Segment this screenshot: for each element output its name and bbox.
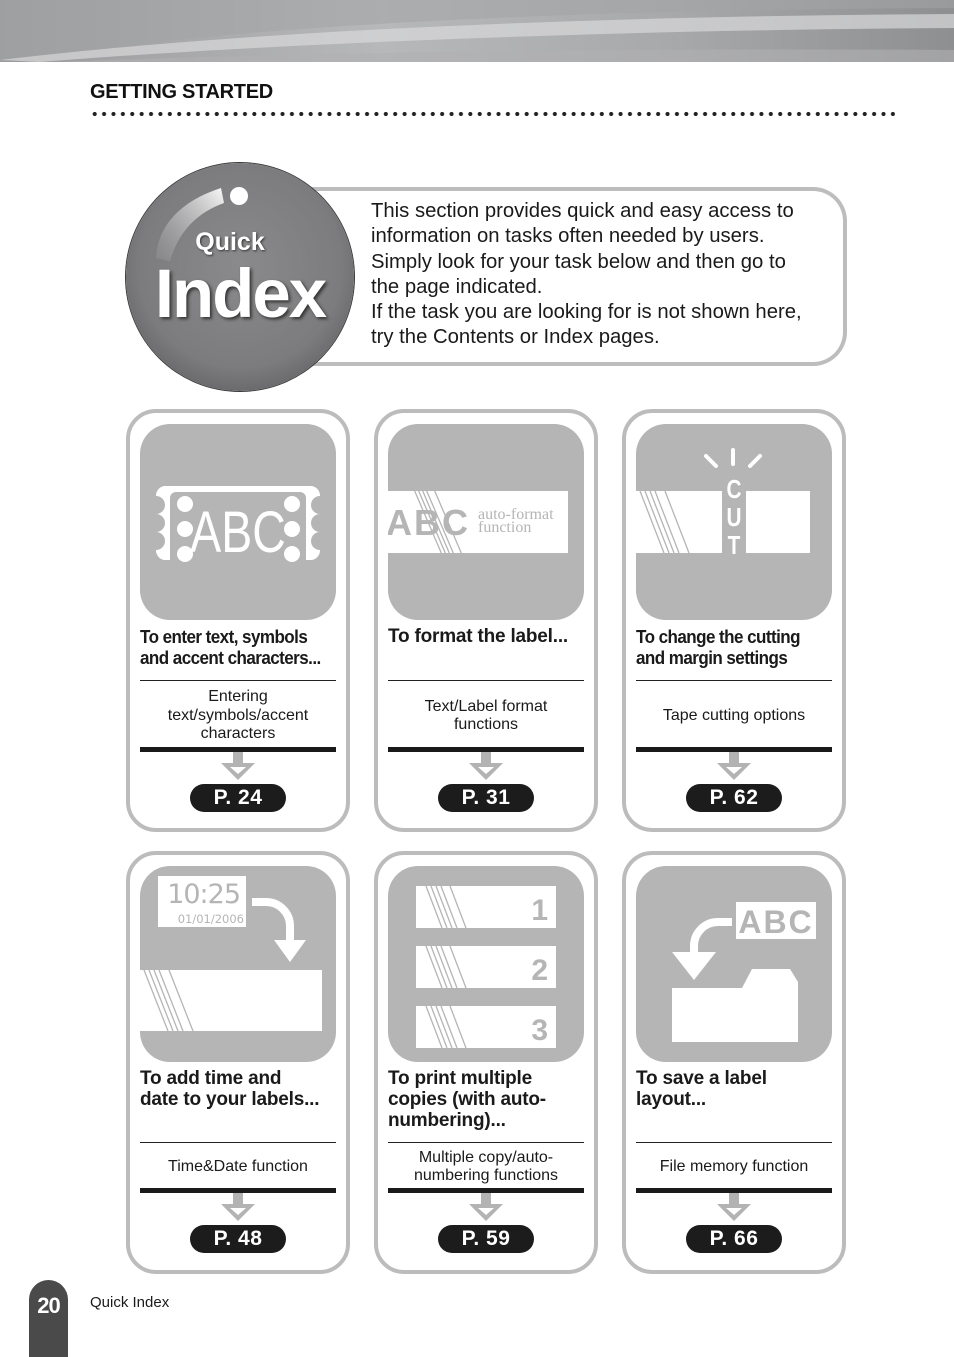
- card-heading-line: To print multiple: [388, 1068, 533, 1089]
- card-heading: To add time and date to your labels...: [140, 1068, 340, 1110]
- sub-line: numbering functions: [413, 1167, 559, 1184]
- intro-line: This section provides quick and easy acc…: [371, 200, 794, 222]
- illus-cut-letter: U: [726, 503, 741, 532]
- thin-divider: [388, 680, 584, 681]
- badge-quick-text: Quick: [126, 228, 354, 257]
- quick-index-card[interactable]: ABC To save a label layout... File memor…: [622, 851, 846, 1274]
- quick-index-card[interactable]: ABC auto-format function To format the l…: [374, 409, 598, 832]
- sub-line: characters: [200, 725, 276, 743]
- thin-divider: [140, 1142, 336, 1143]
- sub-line: File memory function: [659, 1157, 809, 1175]
- illus-abc-text: ABC: [190, 500, 285, 565]
- card-heading-line: To add time and: [140, 1068, 282, 1089]
- thin-divider: [636, 680, 832, 681]
- intro-line: information on tasks often needed by use…: [371, 225, 765, 248]
- dotted-divider: [90, 111, 895, 117]
- card-function-label: Time&Date function: [140, 1145, 336, 1189]
- sub-line: text/symbols/accent: [167, 706, 309, 724]
- intro-line: If the task you are looking for is not s…: [371, 301, 802, 324]
- card-heading-line: To save a label: [636, 1068, 767, 1089]
- abc-tape-icon: ABC: [140, 424, 336, 620]
- down-arrow-icon: [469, 1193, 503, 1221]
- card-function-label: Multiple copy/auto- numbering functions: [388, 1145, 584, 1189]
- banner-swoosh: [0, 0, 954, 62]
- cut-icon: C U T: [636, 424, 832, 620]
- page-reference-link[interactable]: P. 48: [190, 1225, 286, 1253]
- sub-line: Multiple copy/auto-: [418, 1148, 554, 1166]
- card-function-label: Text/Label format functions: [388, 683, 584, 749]
- page-reference-link[interactable]: P. 66: [686, 1225, 782, 1253]
- quick-index-badge: Quick Index: [126, 163, 354, 391]
- illus-cut-letter: C: [726, 475, 741, 504]
- sub-line: functions: [453, 716, 519, 733]
- card-heading: To print multiple copies (with auto- num…: [388, 1068, 588, 1131]
- intro-text: This section provides quick and easy acc…: [371, 199, 841, 351]
- card-heading-line: numbering)...: [388, 1110, 506, 1131]
- badge-line1: Quick: [195, 228, 265, 256]
- card-heading-line: To format the label...: [388, 626, 568, 647]
- card-heading: To format the label...: [388, 626, 588, 647]
- page-reference-link[interactable]: P. 62: [686, 784, 782, 812]
- card-heading: To save a label layout...: [636, 1068, 836, 1110]
- illus-cut-letter: T: [728, 531, 741, 560]
- card-function-label: Entering text/symbols/accent characters: [140, 683, 336, 749]
- header-banner: [0, 0, 954, 62]
- down-arrow-icon: [221, 752, 255, 780]
- card-heading-line: layout...: [636, 1089, 706, 1110]
- illus-number: 3: [531, 1014, 548, 1047]
- sub-line: Text/Label format: [424, 697, 548, 715]
- down-arrow-icon: [717, 752, 751, 780]
- intro-line: Simply look for your task below and then…: [371, 250, 786, 273]
- down-arrow-icon: [221, 1193, 255, 1221]
- thin-divider: [140, 680, 336, 681]
- thin-divider: [388, 1142, 584, 1143]
- illus-date: 01/01/2006: [178, 912, 244, 926]
- illus-caption: function: [478, 519, 531, 536]
- section-title: GETTING STARTED: [90, 81, 273, 103]
- sub-line: Tape cutting options: [662, 706, 806, 724]
- page-reference-link[interactable]: P. 59: [438, 1225, 534, 1253]
- quick-index-card[interactable]: ABC To enter text, symbols and accent ch…: [126, 409, 350, 832]
- page-number: 20: [37, 1293, 60, 1318]
- thin-divider: [636, 1142, 832, 1143]
- intro-line: try the Contents or Index pages.: [371, 326, 660, 349]
- footer-section-label: Quick Index: [90, 1294, 170, 1311]
- badge-index-text: Index: [154, 255, 327, 332]
- quick-index-card[interactable]: 10:25 01/01/2006 To add time and date to…: [126, 851, 350, 1274]
- card-function-label: File memory function: [636, 1145, 832, 1189]
- card-heading-line: To change the cutting: [636, 626, 801, 647]
- card-heading-line: To enter text, symbols: [140, 626, 308, 647]
- intro-line: the page indicated.: [371, 275, 543, 298]
- card-heading-line: and margin settings: [636, 647, 788, 668]
- illus-number: 2: [531, 954, 548, 987]
- quick-index-card[interactable]: C U T To change the cutting and margin s…: [622, 409, 846, 832]
- card-heading-line: and accent characters...: [140, 647, 321, 668]
- clock-date-icon: 10:25 01/01/2006: [140, 866, 336, 1062]
- card-heading-line: date to your labels...: [140, 1089, 320, 1110]
- card-function-label: Tape cutting options: [636, 683, 832, 749]
- illus-number: 1: [531, 894, 548, 927]
- card-heading-line: copies (with auto-: [388, 1089, 546, 1110]
- save-folder-icon: ABC: [636, 866, 832, 1062]
- auto-format-icon: ABC auto-format function: [388, 424, 584, 620]
- page-reference-link[interactable]: P. 31: [438, 784, 534, 812]
- card-heading: To enter text, symbols and accent charac…: [140, 626, 338, 668]
- quick-index-card[interactable]: 1 2 3 To print multiple copies (with aut…: [374, 851, 598, 1274]
- illus-abc-text: ABC: [388, 502, 470, 543]
- numbered-copies-icon: 1 2 3: [388, 866, 584, 1062]
- page-reference-link[interactable]: P. 24: [190, 784, 286, 812]
- down-arrow-icon: [469, 752, 503, 780]
- sub-line: Entering: [208, 688, 268, 706]
- card-heading: To change the cutting and margin setting…: [636, 626, 834, 668]
- illus-abc-text: ABC: [738, 904, 813, 940]
- down-arrow-icon: [717, 1193, 751, 1221]
- illus-time: 10:25: [167, 879, 240, 910]
- sub-line: Time&Date function: [168, 1157, 308, 1175]
